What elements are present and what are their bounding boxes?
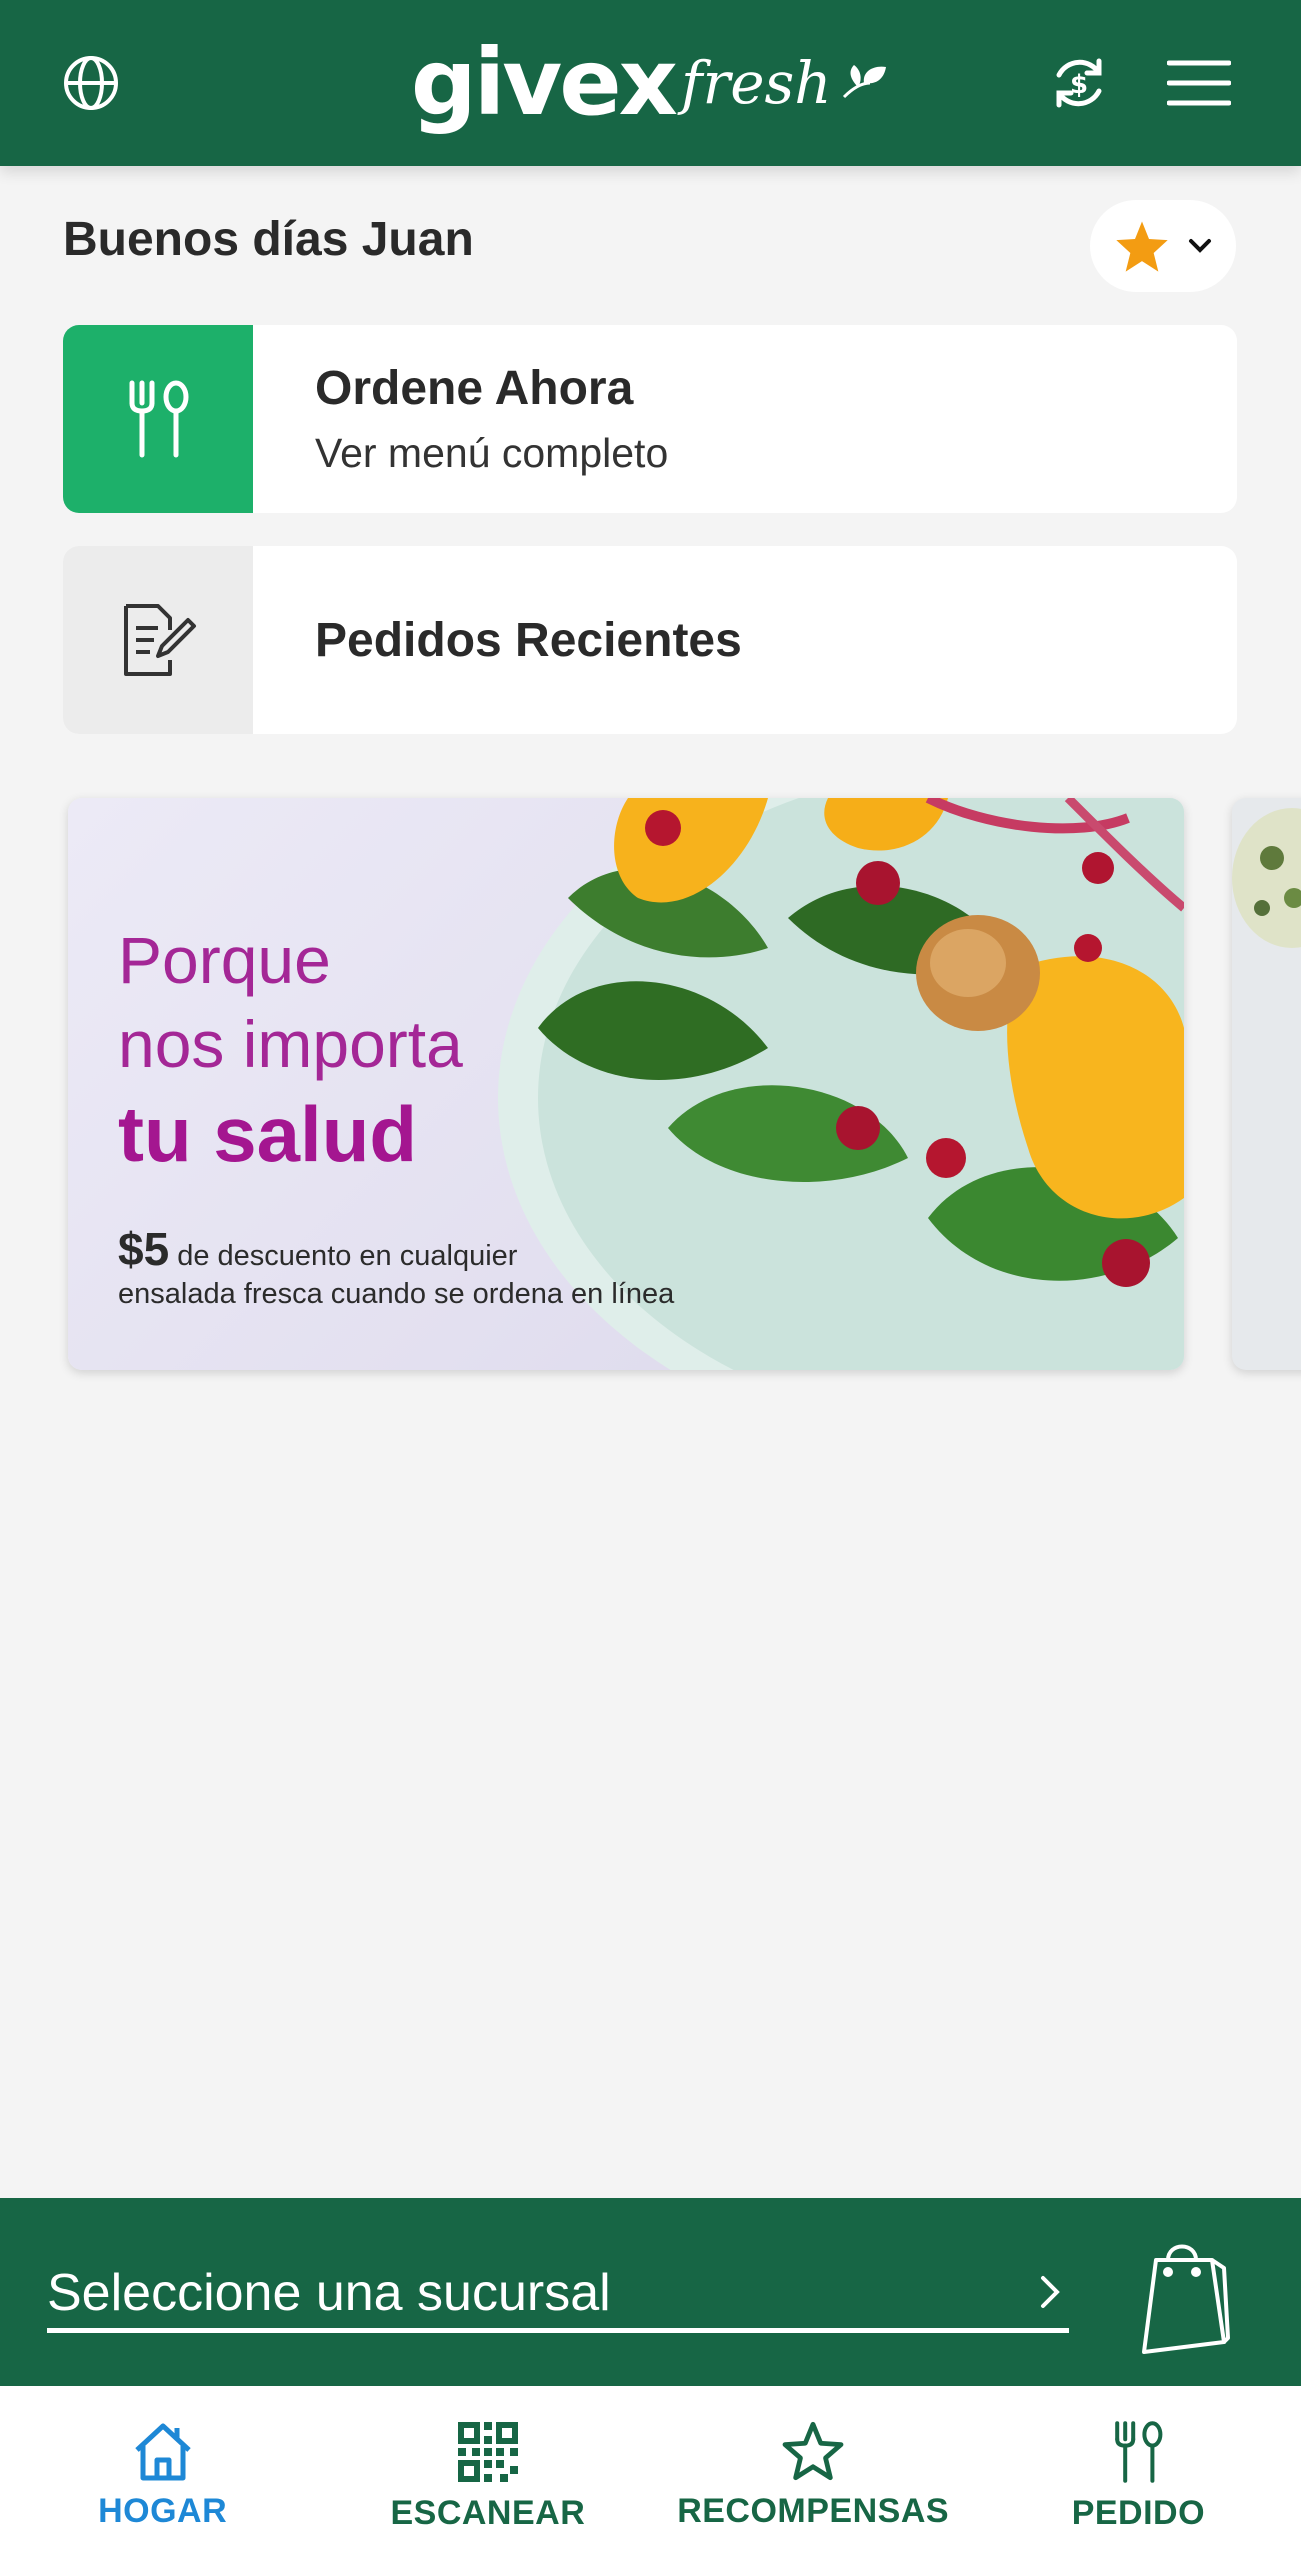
branch-placeholder: Seleccione una sucursal [47,2264,611,2322]
home-icon [134,2423,191,2481]
nav-label-scan: ESCANEAR [390,2494,586,2532]
nav-label-rewards: RECOMPENSAS [677,2492,950,2530]
nav-item-scan[interactable]: ESCANEAR [325,2386,650,2560]
nav-item-home[interactable]: HOGAR [0,2386,325,2560]
currency-exchange-icon[interactable]: $ [1036,40,1122,126]
nav-item-order[interactable]: PEDIDO [976,2386,1301,2560]
banner-promo-text: $5 de descuento en cualquier ensalada fr… [118,1226,675,1313]
branch-selector[interactable]: Seleccione una sucursal [47,2262,1069,2333]
banner-headline-line1: Porque [118,923,331,997]
greeting-text: Buenos días Juan [63,213,474,266]
star-icon [1116,221,1168,272]
chevron-right-icon [1041,2276,1060,2308]
nav-label-home: HOGAR [98,2492,228,2530]
banner-promo-line1: de descuento en cualquier [177,1240,518,1272]
nav-label-order: PEDIDO [1071,2494,1206,2532]
favorites-dropdown[interactable] [1090,200,1236,292]
star-outline-icon [782,2421,844,2481]
shopping-bag-icon[interactable] [1132,2238,1232,2361]
menu-icon[interactable] [1156,40,1242,126]
svg-text:$: $ [1070,70,1088,100]
leaf-icon [843,65,887,99]
recent-orders-title: Pedidos Recientes [315,613,742,667]
banner-headline-line3: tu salud [118,1090,418,1178]
app-header: givex fresh $ [0,0,1301,166]
fork-spoon-icon [1115,2421,1163,2483]
logo-sub-text: fresh [681,49,832,117]
wrap-image [1232,808,1301,948]
order-now-card[interactable]: Ordene Ahora Ver menú completo [63,325,1237,513]
banner-discount-amount: $5 [118,1223,170,1275]
branch-selector-bar: Seleccione una sucursal [0,2198,1301,2386]
promo-banner-next[interactable] [1232,798,1301,1370]
order-now-title: Ordene Ahora [315,362,634,415]
banner-headline-line2: nos importa [118,1007,463,1081]
promo-banner[interactable]: Porque nos importa tu salud $5 de descue… [68,798,1184,1370]
bottom-nav: HOGAR ESCANEAR RECOMPENSAS PEDIDO [0,2386,1301,2560]
nav-item-rewards[interactable]: RECOMPENSAS [651,2386,976,2560]
chevron-down-icon [1189,239,1211,253]
fork-spoon-icon [63,325,253,513]
order-now-subtitle: Ver menú completo [315,430,669,476]
document-edit-icon [63,546,253,734]
qr-code-icon [457,2422,518,2482]
banner-promo-line2: ensalada fresca cuando se ordena en líne… [118,1278,675,1310]
logo-main-text: givex [410,29,678,136]
recent-orders-card[interactable]: Pedidos Recientes [63,546,1237,734]
